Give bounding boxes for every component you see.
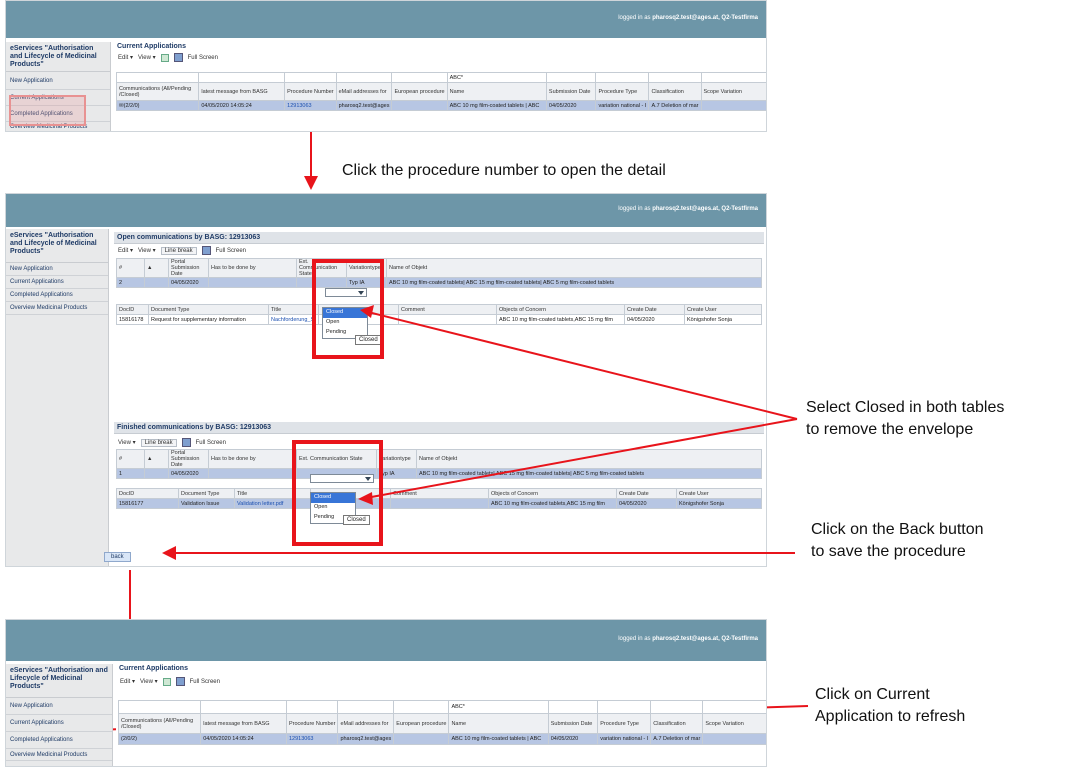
table-row[interactable]: (2/0/2) 04/05/2020 14:05:24 12913063 pha… xyxy=(117,733,766,745)
col-header[interactable]: latest message from BASG xyxy=(200,713,287,734)
header-bar: logged in as pharosq2.test@ages.at, Q2-T… xyxy=(6,620,766,661)
col-header[interactable]: Procedure Type xyxy=(597,713,652,734)
cell xyxy=(702,733,766,745)
filter-cell[interactable] xyxy=(650,700,704,714)
sidebar-title: eServices "Authorisation and Lifecycle o… xyxy=(6,664,112,698)
col-header[interactable]: Name xyxy=(448,713,549,734)
cell: A.7 Deletion of mar xyxy=(650,733,704,745)
cell: ABC 10 mg film-coated tablets | ABC xyxy=(448,733,549,745)
col-header[interactable]: Communications (All/Pending /Closed) xyxy=(117,713,202,734)
arrow-head xyxy=(162,546,176,560)
col-header[interactable]: European procedure xyxy=(393,713,450,734)
sidebar-item-completed-applications[interactable]: Completed Applications xyxy=(6,732,112,749)
col-header[interactable]: Classification xyxy=(650,713,704,734)
filter-cell[interactable] xyxy=(117,700,202,714)
applications-table: ABC* Communications (All/Pending /Closed… xyxy=(117,700,766,745)
logged-in-text: logged in as pharosq2.test@ages.at, Q2-T… xyxy=(618,636,758,642)
col-header[interactable]: eMail addresses for xyxy=(337,713,395,734)
filter-cell[interactable] xyxy=(393,700,450,714)
arrow-head xyxy=(358,492,373,505)
filter-row: ABC* xyxy=(117,700,766,714)
sidebar: eServices "Authorisation and Lifecycle o… xyxy=(6,664,113,766)
full-screen-button[interactable]: Full Screen xyxy=(190,679,220,685)
sidebar-item-current-applications[interactable]: Current Applications xyxy=(6,715,112,732)
sidebar-item-new-application[interactable]: New Application xyxy=(6,698,112,715)
filter-cell[interactable] xyxy=(200,700,287,714)
export-excel-icon[interactable] xyxy=(162,677,171,686)
annotation-step-3: Click on the Back button to save the pro… xyxy=(811,521,984,561)
cell: pharosq2.test@ages xyxy=(337,733,395,745)
filter-cell[interactable] xyxy=(597,700,652,714)
col-header[interactable]: Submission Date xyxy=(547,713,599,734)
procedure-number-link[interactable]: 12913063 xyxy=(285,733,339,745)
screenshot-current-applications-after: logged in as pharosq2.test@ages.at, Q2-T… xyxy=(5,619,767,767)
arrow-head xyxy=(360,305,374,318)
view-menu[interactable]: View ▾ xyxy=(140,678,158,685)
filter-cell[interactable] xyxy=(285,700,339,714)
sidebar-item-overview-medicinal-products[interactable]: Overview Medicinal Products xyxy=(6,749,112,761)
col-header[interactable]: Procedure Number xyxy=(285,713,339,734)
cell: 04/05/2020 14:05:24 xyxy=(200,733,287,745)
communications-cell[interactable]: (2/0/2) xyxy=(117,733,202,745)
filter-cell[interactable] xyxy=(547,700,599,714)
cell: variation national - I xyxy=(597,733,652,745)
toolbar: Edit ▾ View ▾ Full Screen xyxy=(116,673,766,688)
main-content: Current Applications Edit ▾ View ▾ Full … xyxy=(116,664,766,766)
col-header[interactable]: Scope Variation xyxy=(702,713,766,734)
filter-cell[interactable] xyxy=(702,700,766,714)
name-filter-input[interactable]: ABC* xyxy=(448,700,549,714)
arrow-to-open-closed xyxy=(367,311,798,420)
annotation-step-2: Select Closed in both tables to remove t… xyxy=(806,399,1005,439)
cell: 04/05/2020 xyxy=(547,733,599,745)
section-title: Current Applications xyxy=(119,665,188,672)
edit-menu[interactable]: Edit ▾ xyxy=(120,678,135,685)
detail-view-icon[interactable] xyxy=(175,677,185,686)
arrow-to-finished-closed xyxy=(365,418,798,499)
filter-cell[interactable] xyxy=(337,700,395,714)
annotation-step-4: Click on Current Application to refresh xyxy=(815,686,966,726)
cell xyxy=(393,733,450,745)
header-row: Communications (All/Pending /Closed) lat… xyxy=(117,713,766,734)
